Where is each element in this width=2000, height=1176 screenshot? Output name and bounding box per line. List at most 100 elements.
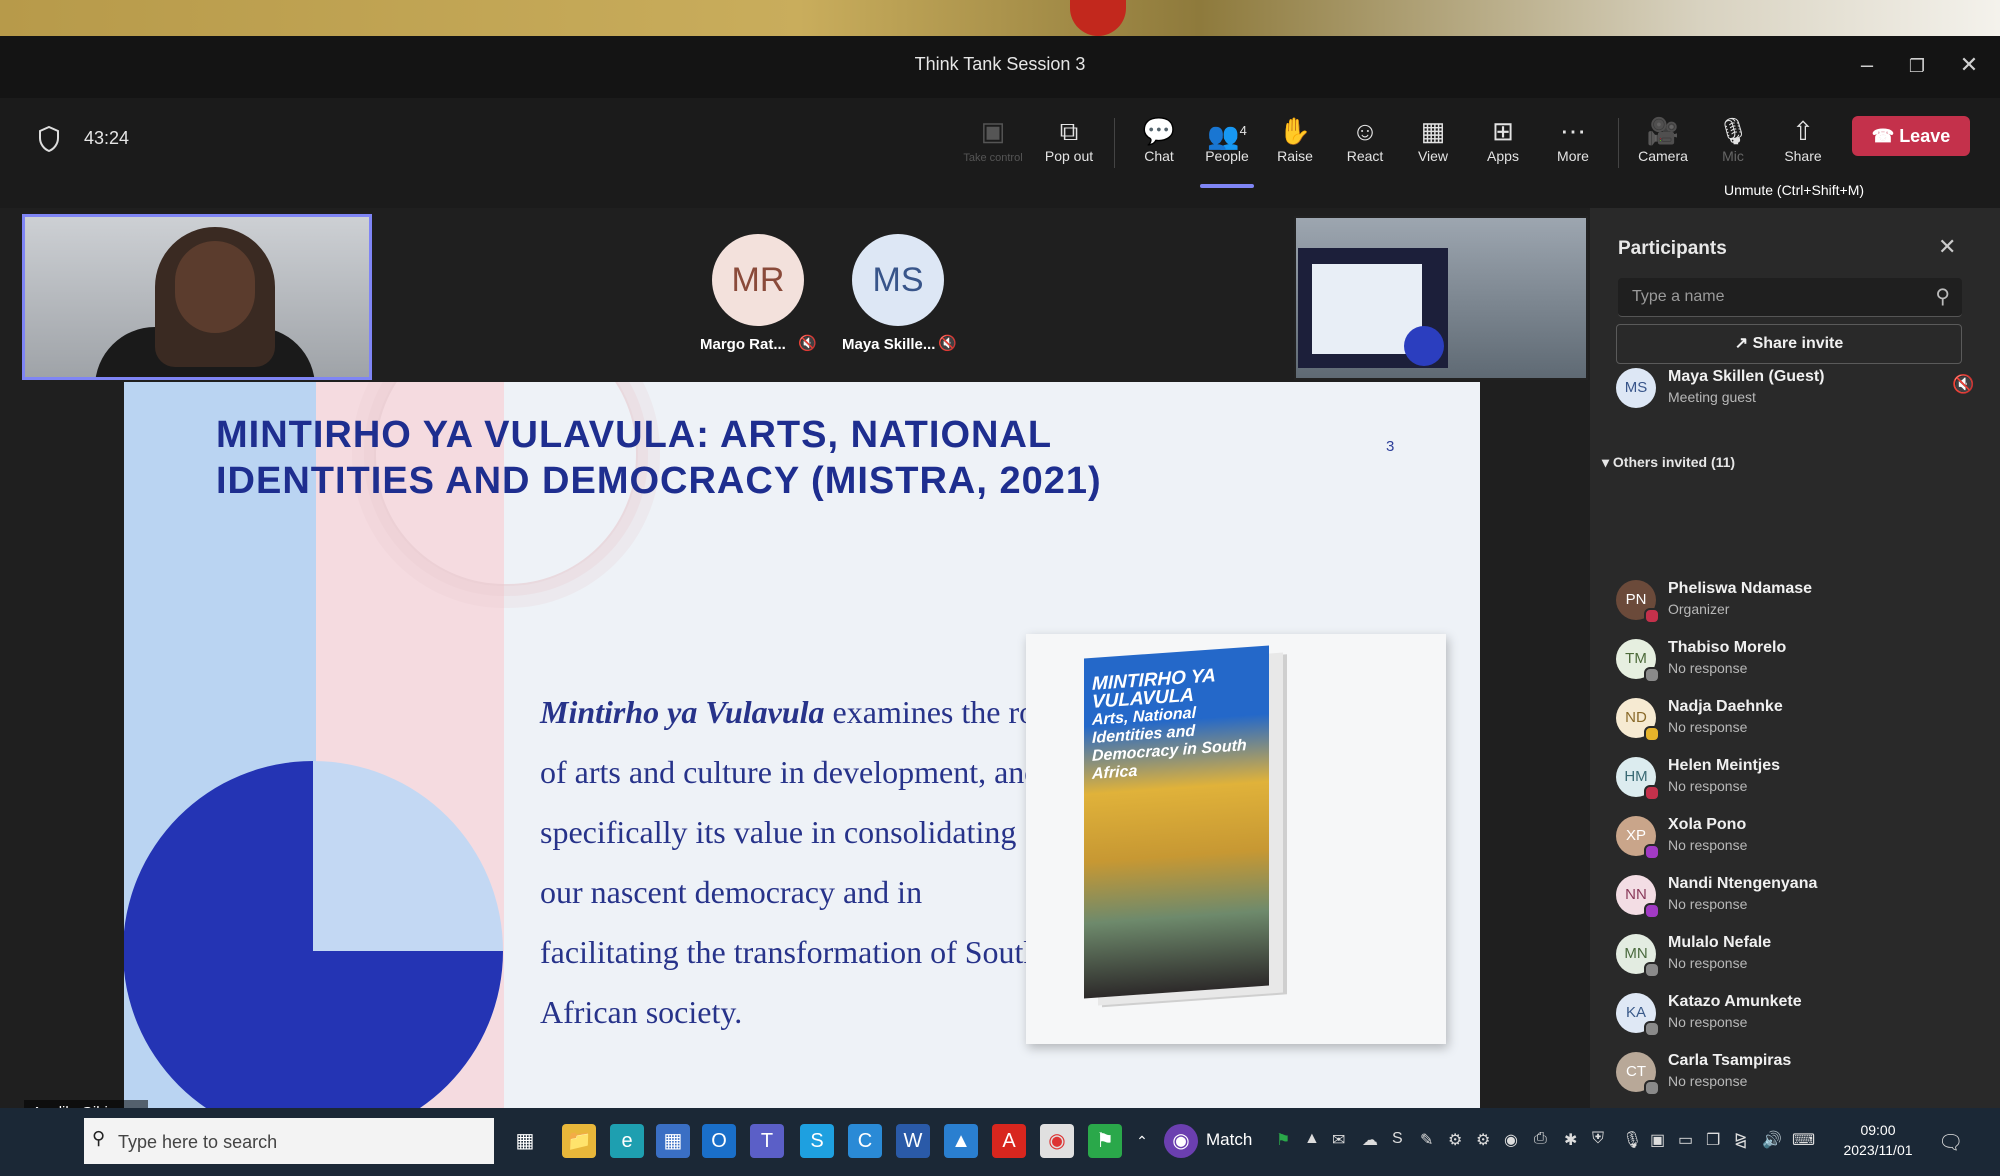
more-button[interactable]: ⋯ More [1538,114,1608,164]
camera-button[interactable]: 🎥 Camera [1628,114,1698,164]
cortana-icon[interactable]: C [848,1124,882,1158]
store-icon[interactable]: ▦ [656,1124,690,1158]
presence-status-icon [1644,1080,1660,1096]
participant-name-mr: Margo Rat... [700,336,786,353]
acrobat-icon[interactable]: A [992,1124,1026,1158]
slide-body-text: Mintirho ya Vulavula examines the role o… [540,682,1060,1042]
match-app-icon[interactable]: ◉ [1164,1124,1198,1158]
globe-tray-icon[interactable]: ◉ [1504,1130,1518,1150]
presenter-video-tile[interactable] [22,214,372,380]
slide-body-rest: examines the role of arts and culture in… [540,694,1059,1030]
apps-button[interactable]: ⊞ Apps [1468,114,1538,164]
plus-box-icon: ⊞ [1492,116,1514,146]
pop-out-button[interactable]: ⧉ Pop out [1034,114,1104,164]
presenter-face [175,241,255,333]
background-lamp [1070,0,1126,36]
participant-row[interactable]: NN Nandi Ntengenyana No response [1616,875,1986,931]
take-control-icon: ▣ [980,116,1006,146]
participant-name: Nadja Daehnke [1668,698,1783,715]
input-language-icon[interactable]: ⌨ [1792,1130,1815,1150]
task-view-icon[interactable]: ▦ [508,1124,542,1158]
share-label: Share [1784,148,1822,164]
participant-row[interactable]: TM Thabiso Morelo No response [1616,639,1986,695]
people-button[interactable]: 👥4 People [1192,114,1262,188]
participant-row[interactable]: ND Nadja Daehnke No response [1616,698,1986,754]
taskbar-clock[interactable]: 09:00 2023/11/01 [1832,1120,1924,1160]
presence-status-icon [1644,785,1660,801]
raise-label: Raise [1277,148,1313,164]
monitor: Think Tank Session 3 – ❐ ✕ 43:24 ▣ Take … [0,36,2000,1176]
share-button[interactable]: ⇧ Share [1768,114,1838,164]
react-button[interactable]: ☺ React [1330,114,1400,164]
participant-name: Thabiso Morelo [1668,639,1787,656]
close-panel-icon[interactable]: ✕ [1938,234,1956,260]
people-label: People [1205,148,1249,164]
share-upload-icon: ⇧ [1792,116,1814,146]
hand-icon: ✋ [1278,116,1312,146]
tray-expand-icon[interactable]: ⌃ [1132,1124,1152,1158]
participant-row[interactable]: CT Carla Tsampiras No response [1616,1052,1986,1108]
chevron-down-icon: ▾ [1602,454,1610,470]
share-invite-button[interactable]: ↗ Share invite [1616,324,1962,364]
participant-avatar-ms[interactable]: MS [852,234,944,326]
participant-row[interactable]: XP Xola Pono No response [1616,816,1986,872]
taskbar-search-input[interactable]: ⚲ Type here to search [84,1118,494,1164]
restore-icon[interactable]: ❐ [1902,56,1932,77]
participant-status: No response [1668,955,1748,971]
pen-tray-icon[interactable]: ✎ [1420,1130,1433,1150]
room-screen-pie [1404,326,1444,366]
room-video-tile[interactable] [1294,216,1588,380]
people-count: 4 [1239,123,1247,138]
network-tray-icon[interactable]: ⚙ [1448,1130,1462,1150]
battery-tray-icon[interactable]: ▭ [1678,1130,1693,1150]
others-invited-header[interactable]: ▾ Others invited (11) [1602,454,1735,471]
avatar: MS [1616,368,1656,408]
cloud-tray-icon[interactable]: ☁ [1362,1130,1378,1150]
slide-body-italic: Mintirho ya Vulavula [540,694,825,730]
raise-hand-button[interactable]: ✋ Raise [1260,114,1330,164]
edge-icon[interactable]: e [610,1124,644,1158]
security-tray-icon[interactable]: ⛨ [1592,1130,1604,1148]
meeting-toolbar: 43:24 ▣ Take control ⧉ Pop out 💬 Chat 👥4… [0,98,2000,208]
search-icon: ⚲ [1935,286,1950,308]
participant-search-input[interactable]: Type a name ⚲ [1618,278,1962,317]
view-button[interactable]: ▦ View [1398,114,1468,164]
mic-button[interactable]: 🎙 Mic [1698,114,1768,164]
file-explorer-icon[interactable]: 📁 [562,1124,596,1158]
participant-avatar-mr[interactable]: MR [712,234,804,326]
leave-label: Leave [1899,126,1951,146]
match-label[interactable]: Match [1206,1130,1252,1150]
flag-tray-icon[interactable]: ⚑ [1276,1130,1290,1150]
skype-tray-icon[interactable]: S [1392,1130,1403,1148]
participant-status: No response [1668,1073,1748,1089]
drive-tray-icon[interactable]: ▲ [1304,1130,1320,1148]
app-flag-icon[interactable]: ⚑ [1088,1124,1122,1158]
wifi-tray-icon[interactable]: ⧎ [1734,1130,1747,1150]
chrome-icon[interactable]: ◉ [1040,1124,1074,1158]
mic-muted-icon: 🎙 [1716,116,1750,146]
skype-icon[interactable]: S [800,1124,834,1158]
window-tray-icon[interactable]: ❐ [1706,1130,1720,1150]
participant-row[interactable]: KA Katazo Amunkete No response [1616,993,1986,1049]
teams-icon[interactable]: T [750,1124,784,1158]
word-icon[interactable]: W [896,1124,930,1158]
volume-tray-icon[interactable]: 🔊 [1762,1130,1782,1150]
participant-row[interactable]: PN Pheliswa Ndamase Organizer [1616,580,1986,636]
mail-tray-icon[interactable]: ✉ [1332,1130,1345,1150]
take-control-button[interactable]: ▣ Take control [958,114,1028,164]
settings-tray-icon[interactable]: ⚙ [1476,1130,1490,1150]
participant-row[interactable]: MN Mulalo Nefale No response [1616,934,1986,990]
participant-row[interactable]: HM Helen Meintjes No response [1616,757,1986,813]
bluetooth-tray-icon[interactable]: ✱ [1564,1130,1577,1150]
microphone-tray-icon[interactable]: 🎙 [1622,1130,1642,1150]
participant-row-guest[interactable]: MS Maya Skillen (Guest) Meeting guest 🔇 [1616,368,1986,424]
outlook-icon[interactable]: O [702,1124,736,1158]
display-tray-icon[interactable]: ▣ [1650,1130,1665,1150]
leave-button[interactable]: ☎ Leave [1852,116,1970,156]
minimize-icon[interactable]: – [1852,52,1882,78]
close-window-icon[interactable]: ✕ [1954,52,1984,78]
notifications-icon[interactable]: 🗨 [1938,1130,1963,1155]
photos-icon[interactable]: ▲ [944,1124,978,1158]
chat-button[interactable]: 💬 Chat [1124,114,1194,164]
printer-tray-icon[interactable]: ⎙ [1534,1130,1547,1148]
